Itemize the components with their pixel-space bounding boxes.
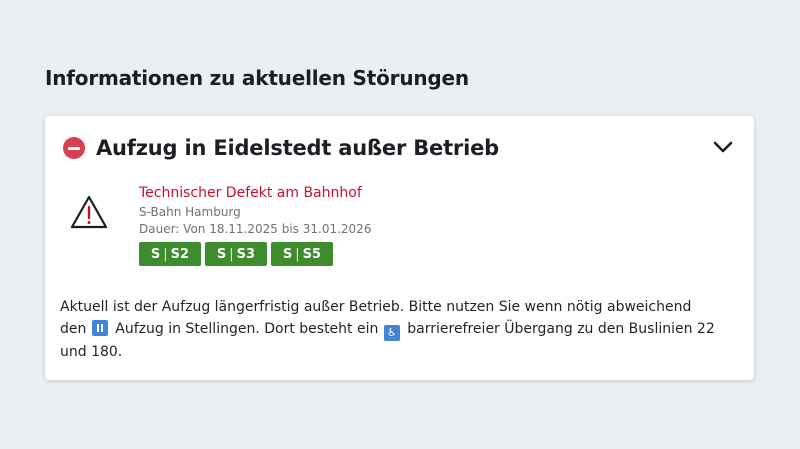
warning-icon (70, 195, 108, 229)
section-title: Informationen zu aktuellen Störungen (45, 66, 469, 90)
disruption-card-header[interactable]: Aufzug in Eidelstedt außer Betrieb (63, 134, 736, 162)
detail-title: Technischer Defekt am Bahnhof (139, 185, 362, 201)
disruption-card: Aufzug in Eidelstedt außer Betrieb Techn… (45, 116, 754, 380)
line-badge-s2[interactable]: S | S2 (139, 242, 201, 266)
line-badge-s5[interactable]: S | S5 (271, 242, 333, 266)
chevron-down-icon[interactable] (712, 138, 734, 156)
elevator-icon (91, 320, 108, 336)
affected-lines: S | S2 S | S3 S | S5 (139, 242, 371, 266)
line-badge-s3[interactable]: S | S3 (205, 242, 267, 266)
operator-label: S-Bahn Hamburg (139, 205, 241, 219)
disruption-detail: Technischer Defekt am Bahnhof S-Bahn Ham… (139, 182, 371, 266)
disruption-description: Aktuell ist der Aufzug längerfristig auß… (60, 299, 715, 360)
wheelchair-icon: ♿ (383, 325, 400, 341)
disruption-title: Aufzug in Eidelstedt außer Betrieb (96, 136, 499, 160)
no-entry-icon (63, 137, 85, 159)
duration-label: Dauer: Von 18.11.2025 bis 31.01.2026 (139, 222, 372, 236)
